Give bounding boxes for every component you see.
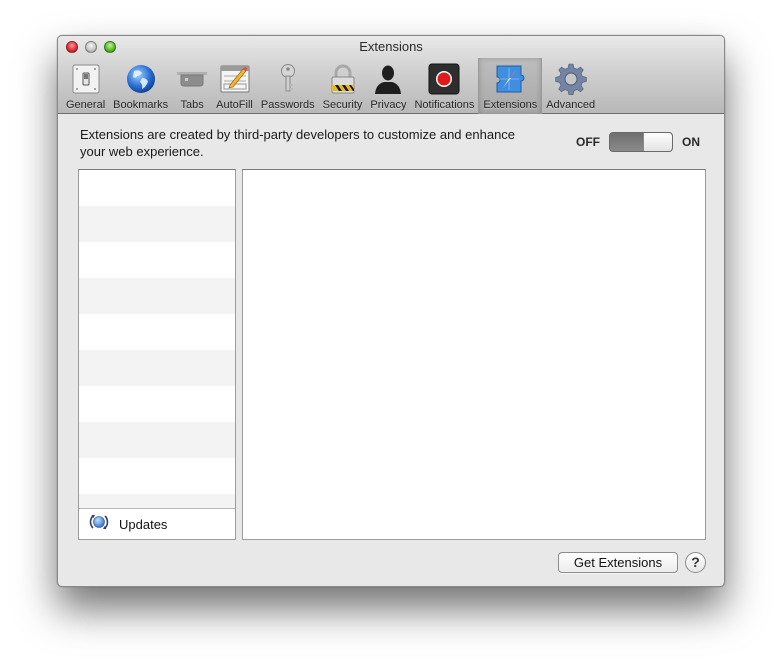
toggle-on-label: ON xyxy=(682,135,700,149)
list-row xyxy=(79,422,235,458)
person-silhouette-icon xyxy=(372,63,404,95)
switch-knob[interactable] xyxy=(643,133,672,151)
tab-label: Security xyxy=(322,99,363,111)
window-title: Extensions xyxy=(359,39,423,54)
notification-badge-icon xyxy=(428,63,460,95)
title-bar: Extensions General Bookmarks Tabs AutoFi… xyxy=(58,36,724,114)
tab-tabs[interactable]: Tabs xyxy=(172,58,212,114)
list-row xyxy=(79,170,235,206)
key-icon xyxy=(272,63,304,95)
help-button[interactable]: ? xyxy=(685,552,706,573)
list-row xyxy=(79,458,235,494)
tab-label: Bookmarks xyxy=(113,99,169,111)
globe-icon xyxy=(125,63,157,95)
tab-label: Extensions xyxy=(483,99,538,111)
extension-detail-pane xyxy=(242,169,706,540)
tab-privacy[interactable]: Privacy xyxy=(366,58,410,114)
light-switch-icon xyxy=(70,63,102,95)
updates-item[interactable]: Updates xyxy=(79,508,235,539)
tab-security[interactable]: Security xyxy=(319,58,367,114)
tab-autofill[interactable]: AutoFill xyxy=(212,58,257,114)
tab-label: Privacy xyxy=(370,99,407,111)
list-row xyxy=(79,278,235,314)
updates-refresh-icon xyxy=(89,512,109,537)
list-row xyxy=(79,242,235,278)
tab-bookmarks[interactable]: Bookmarks xyxy=(109,58,172,114)
preferences-toolbar: General Bookmarks Tabs AutoFill Password… xyxy=(62,58,599,114)
tab-passwords[interactable]: Passwords xyxy=(257,58,319,114)
compass-puzzle-icon xyxy=(494,63,526,95)
tab-label: General xyxy=(66,99,106,111)
tab-general[interactable]: General xyxy=(62,58,109,114)
list-row xyxy=(79,386,235,422)
extensions-description: Extensions are created by third-party de… xyxy=(80,127,516,159)
list-row xyxy=(79,314,235,350)
preferences-window: Extensions General Bookmarks Tabs AutoFi… xyxy=(57,35,725,587)
tab-label: AutoFill xyxy=(216,99,253,111)
extensions-toggle-group: OFF ON xyxy=(576,132,700,152)
tab-label: Notifications xyxy=(414,99,475,111)
form-pencil-icon xyxy=(219,63,251,95)
list-row xyxy=(79,206,235,242)
tab-label: Tabs xyxy=(180,99,204,111)
tab-extensions[interactable]: Extensions xyxy=(478,58,543,114)
extensions-list[interactable]: Updates xyxy=(78,169,236,540)
tab-advanced[interactable]: Advanced xyxy=(542,58,599,114)
padlock-icon xyxy=(327,63,359,95)
list-row xyxy=(79,494,235,508)
toggle-off-label: OFF xyxy=(576,135,600,149)
updates-label: Updates xyxy=(119,516,168,532)
get-extensions-button[interactable]: Get Extensions xyxy=(558,552,678,573)
extensions-on-off-switch[interactable] xyxy=(609,132,673,152)
extensions-list-rows xyxy=(79,170,235,508)
tab-label: Advanced xyxy=(546,99,596,111)
list-row xyxy=(79,350,235,386)
tabs-icon xyxy=(176,63,208,95)
tab-notifications[interactable]: Notifications xyxy=(410,58,478,114)
tab-label: Passwords xyxy=(260,99,315,111)
gear-icon xyxy=(554,63,587,95)
